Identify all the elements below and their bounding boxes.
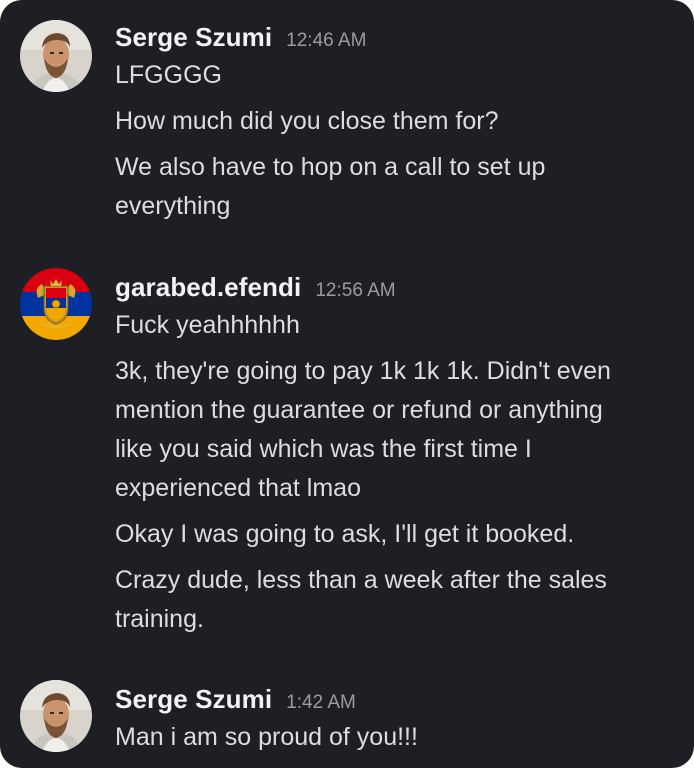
person-avatar-icon[interactable] [20, 680, 92, 752]
message-text: How much did you close them for? [115, 107, 499, 135]
message-group: Serge Szumi 12:46 AM LFGGGG How much did… [0, 18, 694, 238]
message-text: We also have to hop on a call to set up … [115, 153, 546, 220]
message-text: 3k, they're going to pay 1k 1k 1k. Didn'… [115, 357, 611, 502]
username[interactable]: garabed.efendi [115, 268, 301, 306]
message-content: Serge Szumi 1:42 AM Man i am so proud of… [115, 680, 674, 757]
message-header: garabed.efendi 12:56 AM [115, 268, 674, 306]
message-text: Fuck yeahhhhhh [115, 311, 300, 339]
message-content: garabed.efendi 12:56 AM Fuck yeahhhhhh 3… [115, 268, 674, 639]
message-text: Crazy dude, less than a week after the s… [115, 566, 607, 633]
message-text: Man i am so proud of you!!! [115, 723, 418, 751]
timestamp: 1:42 AM [286, 692, 356, 713]
message-content: Serge Szumi 12:46 AM LFGGGG How much did… [115, 18, 674, 226]
message-header: Serge Szumi 12:46 AM [115, 18, 674, 56]
username[interactable]: Serge Szumi [115, 18, 272, 56]
person-avatar-icon[interactable] [20, 20, 92, 92]
timestamp: 12:56 AM [315, 280, 396, 301]
message-header: Serge Szumi 1:42 AM [115, 680, 674, 718]
message-text: LFGGGG [115, 61, 222, 89]
message-group: garabed.efendi 12:56 AM Fuck yeahhhhhh 3… [0, 268, 694, 648]
armenian-coat-of-arms-avatar-icon[interactable] [20, 268, 92, 340]
username[interactable]: Serge Szumi [115, 680, 272, 718]
message-group: Serge Szumi 1:42 AM Man i am so proud of… [0, 680, 694, 768]
timestamp: 12:46 AM [286, 30, 367, 51]
message-text: Okay I was going to ask, I'll get it boo… [115, 520, 575, 548]
chat-panel: Serge Szumi 12:46 AM LFGGGG How much did… [0, 0, 694, 768]
